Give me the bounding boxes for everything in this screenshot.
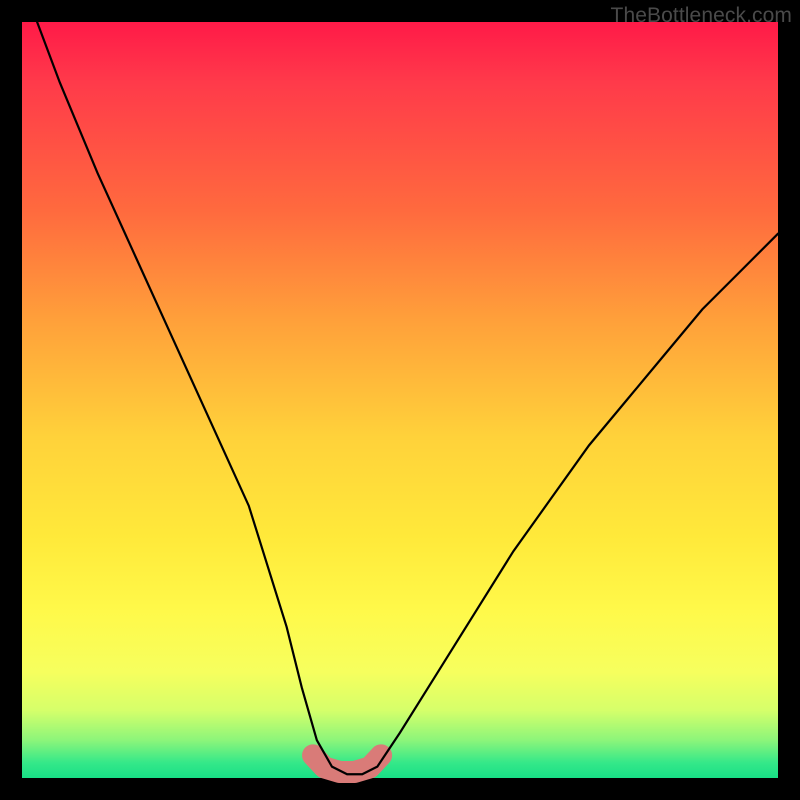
chart-frame: TheBottleneck.com [0, 0, 800, 800]
watermark-text: TheBottleneck.com [611, 4, 792, 28]
bottleneck-curve [37, 22, 778, 774]
curve-layer [22, 22, 778, 778]
plot-area [22, 22, 778, 778]
